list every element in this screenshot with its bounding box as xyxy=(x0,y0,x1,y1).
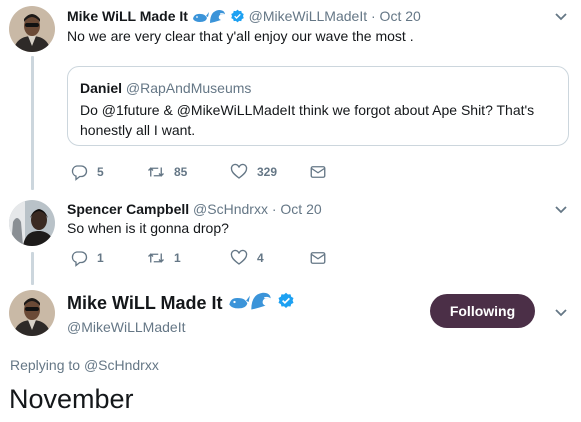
retweet-count: 1 xyxy=(174,251,181,265)
quoted-tweet[interactable]: Daniel @RapAndMuseums Do @1future & @Mik… xyxy=(67,66,569,146)
thread-line xyxy=(31,252,34,285)
retweet-icon xyxy=(148,167,164,177)
verified-badge-icon xyxy=(277,292,295,315)
following-button[interactable]: Following xyxy=(430,294,535,328)
replying-handle[interactable]: @ScHndrxx xyxy=(84,357,159,373)
avatar[interactable] xyxy=(9,200,55,246)
tweet-2[interactable]: Spencer Campbell @ScHndrxx · Oct 20 So w… xyxy=(0,190,581,285)
like-count: 329 xyxy=(257,165,278,179)
heart-icon xyxy=(230,249,248,265)
like-button[interactable]: 4 xyxy=(230,248,264,268)
main-display-name[interactable]: Mike WiLL Made It xyxy=(67,290,295,316)
like-button[interactable]: 329 xyxy=(230,162,277,182)
tweet-1[interactable]: Mike WiLL Made It @MikeWiLLMadeIt · Oct … xyxy=(0,0,581,190)
thread-line xyxy=(31,56,34,190)
timestamp[interactable]: · Oct 20 xyxy=(371,8,421,24)
verified-badge-icon xyxy=(230,9,245,28)
retweet-icon xyxy=(148,253,164,263)
retweet-button[interactable]: 1 xyxy=(147,248,181,268)
tweet-header: Spencer Campbell @ScHndrxx · Oct 20 xyxy=(67,200,322,218)
handle[interactable]: @ScHndrxx xyxy=(193,201,268,217)
reply-button[interactable]: 1 xyxy=(70,248,104,268)
tweet-header: Mike WiLL Made It @MikeWiLLMadeIt · Oct … xyxy=(67,7,421,28)
retweet-button[interactable]: 85 xyxy=(147,162,187,182)
reply-count: 1 xyxy=(97,251,104,265)
timestamp[interactable]: · Oct 20 xyxy=(272,201,322,217)
replying-to: Replying to @ScHndrxx xyxy=(10,356,159,374)
chevron-down-icon[interactable] xyxy=(552,303,570,321)
whale-emoji xyxy=(228,293,250,316)
wave-emoji xyxy=(209,8,226,28)
display-name[interactable]: Spencer Campbell xyxy=(67,201,189,217)
quoted-tweet-header: Daniel @RapAndMuseums xyxy=(80,79,251,97)
reply-count: 5 xyxy=(97,165,104,179)
whale-emoji xyxy=(192,10,209,28)
message-button[interactable] xyxy=(309,248,327,268)
reply-icon xyxy=(71,165,88,181)
main-tweet-text: November xyxy=(9,384,134,414)
like-count: 4 xyxy=(257,251,264,265)
quoted-tweet-text: Do @1future & @MikeWiLLMadeIt think we f… xyxy=(80,102,535,138)
quoted-handle: @RapAndMuseums xyxy=(125,80,252,96)
wave-emoji xyxy=(250,290,272,316)
tweet-text: So when is it gonna drop? xyxy=(67,220,229,236)
envelope-icon xyxy=(310,252,326,264)
heart-icon xyxy=(230,163,248,179)
reply-button[interactable]: 5 xyxy=(70,162,104,182)
envelope-icon xyxy=(310,166,326,178)
main-name-text[interactable]: Mike WiLL Made It xyxy=(67,293,223,313)
main-handle[interactable]: @MikeWiLLMadeIt xyxy=(67,318,185,336)
avatar[interactable] xyxy=(9,290,55,336)
tweet-text: No we are very clear that y'all enjoy ou… xyxy=(67,28,414,44)
avatar[interactable] xyxy=(9,6,55,52)
display-name[interactable]: Mike WiLL Made It xyxy=(67,8,188,24)
reply-icon xyxy=(71,251,88,267)
tweet-actions: 5 85 329 xyxy=(67,162,327,182)
quoted-display-name: Daniel xyxy=(80,80,123,96)
chevron-down-icon[interactable] xyxy=(552,7,570,25)
tweet-actions: 1 1 4 xyxy=(67,248,327,268)
handle[interactable]: @MikeWiLLMadeIt xyxy=(249,8,367,24)
replying-prefix: Replying to xyxy=(10,357,81,373)
retweet-count: 85 xyxy=(174,165,188,179)
message-button[interactable] xyxy=(309,162,327,182)
chevron-down-icon[interactable] xyxy=(552,200,570,218)
